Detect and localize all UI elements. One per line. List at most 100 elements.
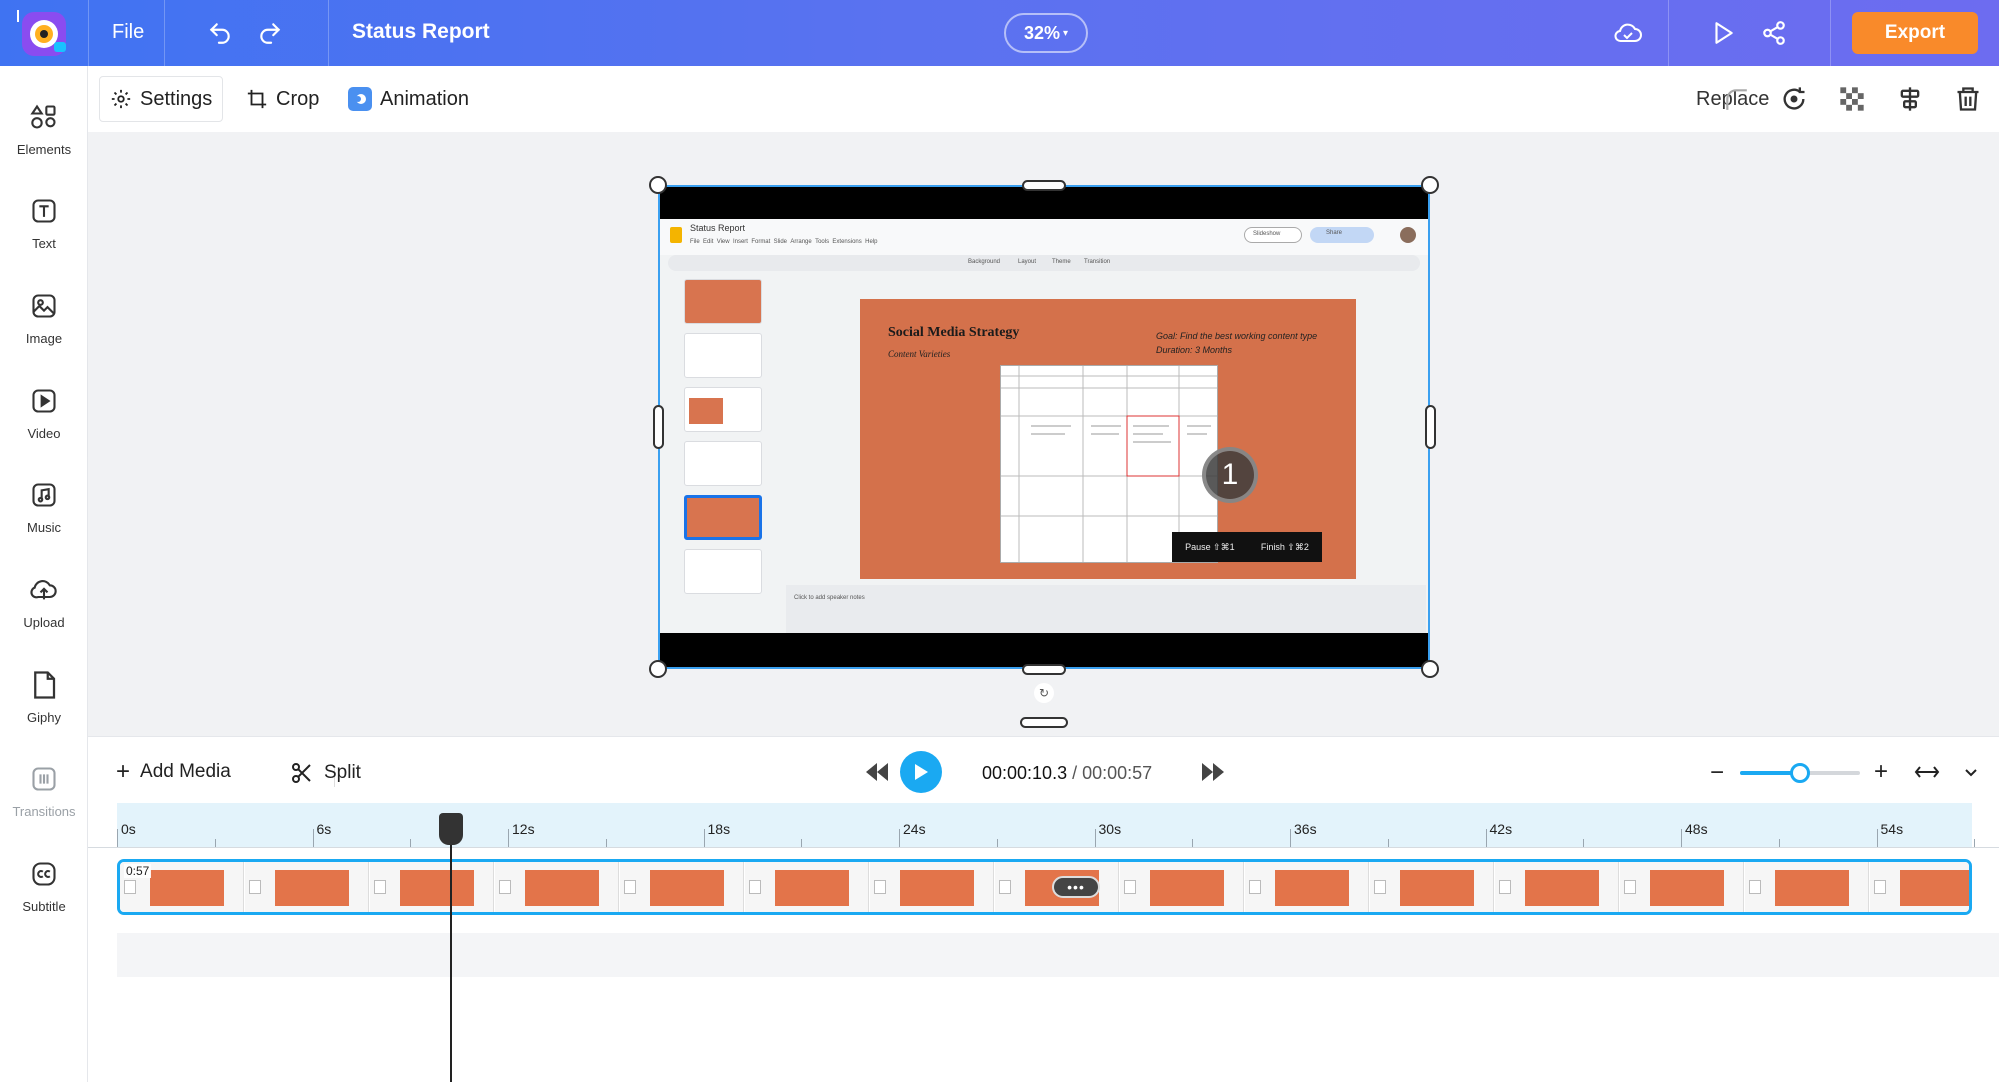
split-label: Split <box>324 762 361 783</box>
preview-play-icon[interactable] <box>1707 17 1739 49</box>
clip-thumbnail <box>870 862 994 912</box>
text-icon <box>29 196 59 226</box>
sidebar-item-label: Elements <box>16 142 72 157</box>
sidebar-item-upload[interactable]: Upload <box>0 567 88 647</box>
sidebar-item-label: Video <box>27 426 61 441</box>
animation-label: Animation <box>380 87 469 110</box>
sidebar-item-transitions[interactable]: Transitions <box>0 756 88 836</box>
timeline-ruler[interactable]: 0s 6s 12s 18s 24s 30s 36s 42s 48s 54s <box>117 803 1976 847</box>
clip-thumbnail <box>1370 862 1494 912</box>
sidebar-item-text[interactable]: Text <box>0 188 88 268</box>
ruler-tick <box>703 829 705 847</box>
slide-subtitle: Content Varieties <box>888 349 951 359</box>
sidebar-item-label: Giphy <box>27 710 61 725</box>
divider <box>88 0 89 66</box>
ruler-tick-label: 48s <box>1685 821 1708 837</box>
sidebar-item-image[interactable]: Image <box>0 283 88 363</box>
slides-header: Status Report File Edit View Insert Form… <box>660 219 1428 255</box>
project-title[interactable]: Status Report <box>352 20 490 44</box>
export-button[interactable]: Export <box>1852 12 1978 54</box>
clip-thumbnail <box>495 862 619 912</box>
transitions-icon <box>29 764 59 794</box>
ruler-tick <box>1290 829 1291 847</box>
resize-handle-top-right[interactable] <box>1421 176 1439 194</box>
ruler-tick <box>801 839 803 847</box>
undo-icon[interactable] <box>204 17 236 49</box>
sidebar-item-subtitle[interactable]: Subtitle <box>0 851 88 931</box>
slides-logo-icon <box>670 227 682 243</box>
sidebar-item-music[interactable]: Music <box>0 472 88 552</box>
zoom-dropdown[interactable]: 32% ▾ <box>1004 13 1088 53</box>
resize-handle-bottom[interactable] <box>1022 664 1066 675</box>
cloud-saved-icon[interactable] <box>1612 17 1644 49</box>
add-media-label: Add Media <box>140 761 231 782</box>
ruler-tick <box>312 829 314 847</box>
trash-icon[interactable] <box>1952 83 1984 115</box>
timeline-zoom-slider[interactable] <box>1740 763 1860 783</box>
settings-button[interactable]: Settings <box>99 76 224 122</box>
clip-thumbnail <box>1745 862 1869 912</box>
resize-handle-top-left[interactable] <box>649 176 667 194</box>
divider <box>1830 0 1831 66</box>
redo-icon[interactable] <box>254 17 286 49</box>
transparency-icon[interactable] <box>1836 83 1868 115</box>
slideshow-button: Slideshow <box>1244 227 1302 243</box>
zoom-in-icon[interactable]: + <box>1874 760 1888 784</box>
play-button[interactable] <box>900 751 942 793</box>
clip-thumbnail <box>370 862 494 912</box>
finish-label: Finish ⇧⌘2 <box>1260 541 1309 552</box>
resize-handle-bottom-right[interactable] <box>1421 660 1439 678</box>
playhead-handle[interactable] <box>439 813 463 845</box>
animation-button[interactable]: Animation <box>348 76 469 122</box>
slide-thumbnail <box>684 387 762 432</box>
clip-thumbnail <box>1495 862 1619 912</box>
ruler-tick <box>1094 829 1096 847</box>
clip-thumbnail <box>1245 862 1369 912</box>
file-menu[interactable]: File <box>112 21 144 44</box>
video-clip[interactable]: ••• 0:57 <box>117 859 1972 915</box>
clip-thumbnail <box>620 862 744 912</box>
ruler-tick <box>508 829 509 847</box>
sidebar-item-label: Text <box>32 236 56 251</box>
sidebar-item-elements[interactable]: Elements <box>0 94 88 174</box>
crop-icon <box>247 89 267 109</box>
resize-handle-top[interactable] <box>1022 180 1066 191</box>
zoom-slider-thumb[interactable] <box>1790 763 1810 783</box>
chevron-down-icon[interactable] <box>1962 763 1980 786</box>
crop-button[interactable]: Crop <box>246 76 319 122</box>
total-time: 00:00:57 <box>1082 763 1153 783</box>
share-icon[interactable] <box>1758 17 1790 49</box>
rotate-handle-icon[interactable]: ↻ <box>1034 683 1054 703</box>
speaker-notes: Click to add speaker notes <box>786 585 1426 633</box>
zoom-out-icon[interactable]: − <box>1710 761 1724 785</box>
resize-handle-left[interactable] <box>653 405 664 449</box>
rotate-icon[interactable] <box>1778 83 1810 115</box>
ruler-tick <box>1387 839 1389 847</box>
play-icon <box>915 764 928 780</box>
rewind-icon[interactable] <box>864 761 890 783</box>
resize-handle-bottom-left[interactable] <box>649 660 667 678</box>
fast-forward-icon[interactable] <box>1200 761 1226 783</box>
app-logo[interactable] <box>14 8 72 60</box>
sidebar-item-video[interactable]: Video <box>0 378 88 458</box>
move-handle[interactable] <box>1020 717 1068 728</box>
sidebar-item-label: Music <box>27 520 61 535</box>
sidebar-item-giphy[interactable]: Giphy <box>0 662 88 742</box>
empty-track[interactable] <box>117 933 1999 977</box>
add-media-button[interactable]: + Add Media <box>116 760 231 784</box>
slide-thumbnail <box>684 549 762 594</box>
avatar <box>1400 227 1416 243</box>
align-icon[interactable] <box>1894 83 1926 115</box>
corner-radius-icon[interactable] <box>1720 83 1752 115</box>
subtitle-icon <box>29 859 59 889</box>
fit-width-icon[interactable] <box>1914 763 1940 786</box>
clip-more-options-icon[interactable]: ••• <box>1052 876 1100 898</box>
share-button: Share <box>1310 227 1374 243</box>
settings-label: Settings <box>140 87 213 110</box>
crop-label: Crop <box>276 87 320 110</box>
resize-handle-right[interactable] <box>1425 405 1436 449</box>
upload-icon <box>29 575 59 605</box>
ruler-tick <box>899 829 900 847</box>
divider <box>1668 0 1669 66</box>
split-button[interactable]: Split <box>290 761 361 785</box>
